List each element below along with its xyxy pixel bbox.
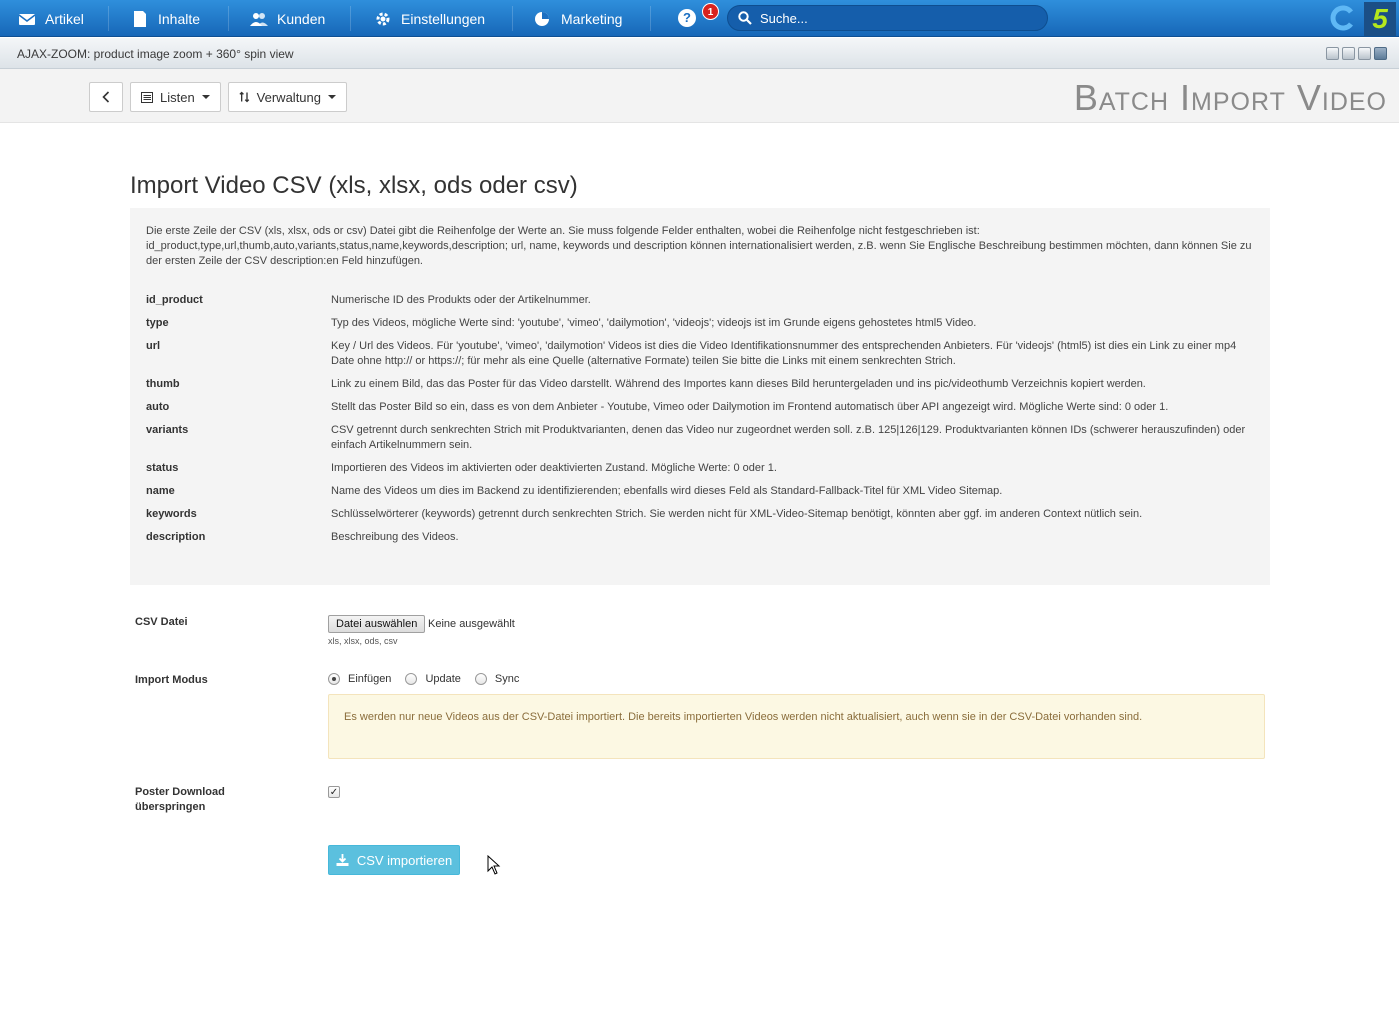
field-name: status [146,462,179,474]
import-mode-label: Import Modus [135,674,208,686]
field-description: Key / Url des Videos. Für 'youtube', 'vi… [331,340,1237,367]
poster-skip-checkbox[interactable]: ✓ [328,786,340,798]
nav-label: Kunden [277,10,326,27]
search-box[interactable] [727,5,1048,31]
nav-item-marketing[interactable]: Marketing [534,0,622,37]
field-name: url [146,340,161,352]
radio-sync[interactable] [474,673,487,685]
document-icon [134,10,146,27]
field-description-panel: Die erste Zeile der CSV (xls, xlsx, ods … [130,208,1270,585]
radio-label: Einfügen [348,673,392,685]
refresh-window-icon[interactable] [1326,47,1339,60]
file-status-text: Keine ausgewählt [428,618,515,630]
field-name: description [146,531,206,543]
back-button[interactable] [89,82,123,112]
nav-item-einstellungen[interactable]: Einstellungen [374,0,485,37]
caret-down-icon [328,95,336,99]
poster-skip-label-line1: Poster Download [135,786,225,798]
pie-chart-icon [535,11,549,26]
list-icon [141,91,153,103]
top-navigation: Artikel Inhalte Kunden Einstellungen Mar… [0,0,1399,37]
import-mode-info: Es werden nur neue Videos aus der CSV-Da… [328,694,1265,759]
maximize-window-icon[interactable] [1358,47,1371,60]
sort-icon [239,91,250,103]
nav-label: Artikel [45,10,84,27]
radio-update[interactable] [405,673,418,685]
close-window-icon[interactable] [1374,47,1387,60]
field-name: thumb [146,378,180,390]
window-titlebar: AJAX-ZOOM: product image zoom + 360° spi… [0,38,1399,69]
import-mode-radio-group: Einfügen Update Sync [328,673,533,685]
nav-label: Inhalte [158,10,201,27]
page-heading: Batch Import Video [1073,77,1387,118]
field-description: Importieren des Videos im aktivierten od… [331,462,777,474]
csv-import-button[interactable]: CSV importieren [328,845,460,875]
mouse-cursor-icon [487,855,501,875]
field-name: type [146,317,169,329]
envelope-icon [18,13,36,25]
field-description: Stellt das Poster Bild so ein, dass es v… [331,401,1169,413]
radio-label: Update [425,673,461,685]
field-description: CSV getrennt durch senkrechten Strich mi… [331,424,1246,451]
nav-label: Einstellungen [401,10,486,27]
field-description: Typ des Videos, mögliche Werte sind: 'yo… [331,317,977,329]
shop-logo-icon[interactable] [1330,5,1356,31]
csv-import-label: CSV importieren [356,852,453,868]
radio-label: Sync [494,673,520,685]
lists-label: Listen [160,89,195,105]
nav-label: Marketing [561,10,623,27]
chevron-left-icon [102,91,110,103]
field-name: name [146,485,175,497]
page-title: Import Video CSV (xls, xlsx, ods oder cs… [130,172,578,199]
field-description: Name des Videos um dies im Backend zu id… [331,485,1003,497]
search-input[interactable] [760,10,1030,26]
lists-dropdown-button[interactable]: Listen [130,82,221,112]
window-title: AJAX-ZOOM: product image zoom + 360° spi… [17,47,294,61]
file-types-hint: xls, xlsx, ods, csv [328,636,398,646]
poster-skip-label: Poster Download überspringen [135,785,225,815]
field-description: Numerische ID des Produkts oder der Arti… [331,294,591,306]
search-icon [738,11,752,25]
radio-einfuegen[interactable] [328,673,340,685]
caret-down-icon [201,95,210,99]
nav-item-inhalte[interactable]: Inhalte [131,0,200,37]
gear-icon [376,12,390,25]
admin-dropdown-button[interactable]: Verwaltung [228,82,347,112]
poster-skip-label-line2: überspringen [135,801,206,813]
intro-text: Die erste Zeile der CSV (xls, xlsx, ods … [146,225,1252,267]
minimize-window-icon[interactable] [1342,47,1355,60]
shopware-5-logo[interactable]: 5 [1364,2,1396,36]
notification-badge[interactable]: 1 [702,3,719,20]
nav-item-kunden[interactable]: Kunden [250,0,325,37]
import-icon [336,854,349,866]
field-name: keywords [146,508,197,520]
admin-label: Verwaltung [256,89,321,105]
csv-file-label: CSV Datei [135,616,188,628]
nav-item-artikel[interactable]: Artikel [18,0,84,37]
toolbar: Listen Verwaltung Batch Import Video [0,69,1399,123]
users-icon [250,12,268,26]
choose-file-button[interactable]: Datei auswählen [328,615,426,633]
field-name: id_product [146,294,203,306]
field-description: Link zu einem Bild, das das Poster für d… [331,378,1146,390]
field-name: variants [146,424,189,436]
field-name: auto [146,401,170,413]
field-description: Schlüsselwörterer (keywords) getrennt du… [331,508,1143,520]
help-icon[interactable]: ? [678,9,696,27]
field-description: Beschreibung des Videos. [331,531,459,543]
